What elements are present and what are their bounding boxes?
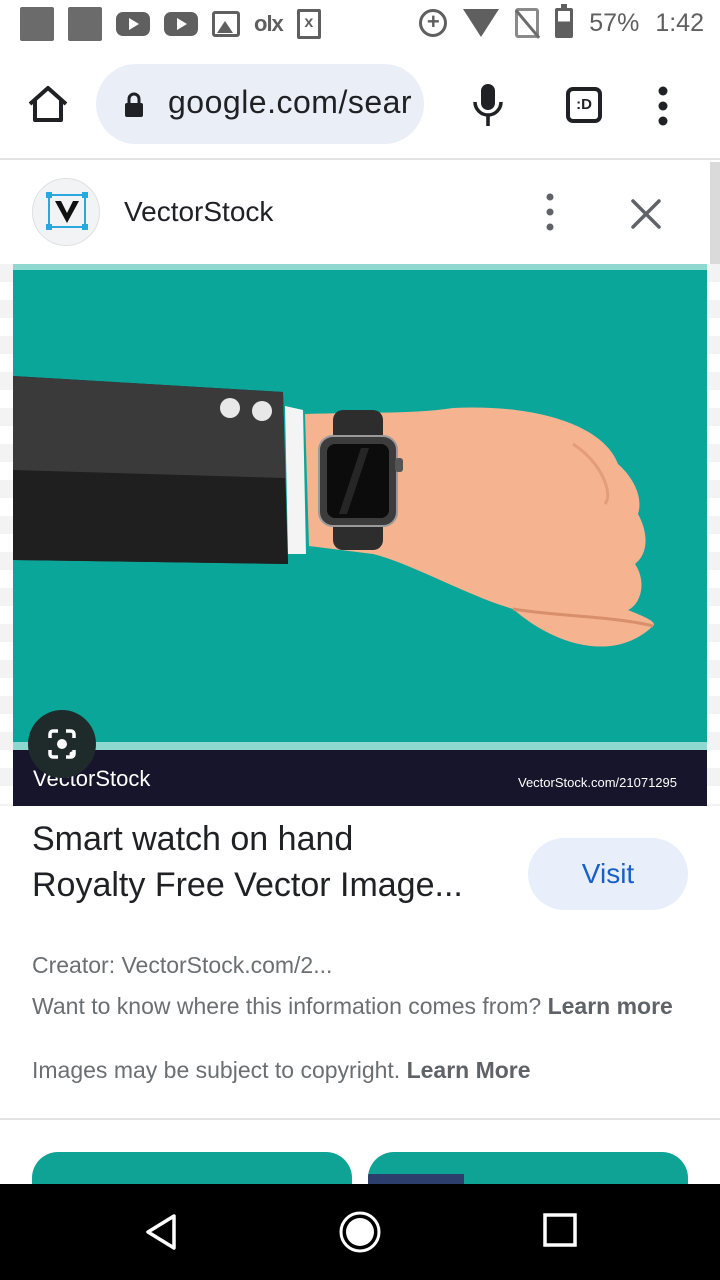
divider xyxy=(0,1118,720,1120)
app-icon xyxy=(20,7,54,41)
system-icons: + 57% 1:42 xyxy=(419,4,704,38)
site-name[interactable]: VectorStock xyxy=(124,196,273,228)
clock: 1:42 xyxy=(655,8,704,37)
app-icon xyxy=(68,7,102,41)
title-line-2: Royalty Free Vector Image... xyxy=(32,866,463,904)
youtube-icon xyxy=(164,12,198,36)
wifi-icon xyxy=(463,9,500,37)
lens-search-button[interactable] xyxy=(28,710,96,778)
notification-icons: olx x xyxy=(20,7,321,41)
creator-text: Creator: VectorStock.com/2... xyxy=(32,952,333,978)
browser-toolbar: google.com/sear :D xyxy=(0,50,720,160)
mic-icon[interactable] xyxy=(472,82,504,128)
youtube-icon xyxy=(116,12,150,36)
info-note: Want to know where this information come… xyxy=(32,990,682,1022)
lock-icon[interactable] xyxy=(124,92,144,118)
address-bar[interactable]: google.com/sear xyxy=(96,64,424,144)
more-options-icon[interactable] xyxy=(536,192,564,232)
learn-more-copyright-link[interactable]: Learn More xyxy=(407,1057,531,1083)
document-icon: x xyxy=(296,9,321,39)
visit-button[interactable]: Visit xyxy=(528,838,688,910)
battery-percent: 57% xyxy=(589,8,640,37)
olx-icon: olx xyxy=(254,11,284,36)
home-circle-icon[interactable] xyxy=(338,1210,382,1254)
copyright-note: Images may be subject to copyright. Lear… xyxy=(32,1054,682,1086)
status-bar: olx x + 57% 1:42 xyxy=(0,0,720,50)
image-viewer-header: VectorStock xyxy=(0,162,720,262)
image-preview-area: VectorStock VectorStock.com/21071295 xyxy=(0,264,720,806)
info-text: Want to know where this information come… xyxy=(32,993,542,1019)
close-icon[interactable] xyxy=(626,194,666,234)
copyright-text: Images may be subject to copyright. xyxy=(32,1057,401,1083)
watermark-right: VectorStock.com/21071295 xyxy=(518,775,677,790)
recents-icon[interactable] xyxy=(540,1210,580,1250)
data-saver-icon: + xyxy=(419,9,448,37)
url-text[interactable]: google.com/sear xyxy=(168,84,412,121)
system-nav-bar xyxy=(0,1184,720,1280)
preview-image[interactable]: VectorStock VectorStock.com/21071295 xyxy=(13,264,707,806)
menu-icon[interactable] xyxy=(656,86,670,126)
lens-icon xyxy=(48,729,76,759)
site-logo xyxy=(32,178,100,246)
result-title[interactable]: Smart watch on hand Royalty Free Vector … xyxy=(32,816,512,908)
battery-icon xyxy=(555,4,574,38)
gallery-icon xyxy=(212,11,240,37)
learn-more-link[interactable]: Learn more xyxy=(548,993,673,1019)
home-icon[interactable] xyxy=(26,84,70,124)
tabs-icon[interactable]: :D xyxy=(566,87,602,123)
back-icon[interactable] xyxy=(140,1210,184,1254)
title-line-1: Smart watch on hand xyxy=(32,820,354,858)
no-sim-icon xyxy=(515,8,540,38)
